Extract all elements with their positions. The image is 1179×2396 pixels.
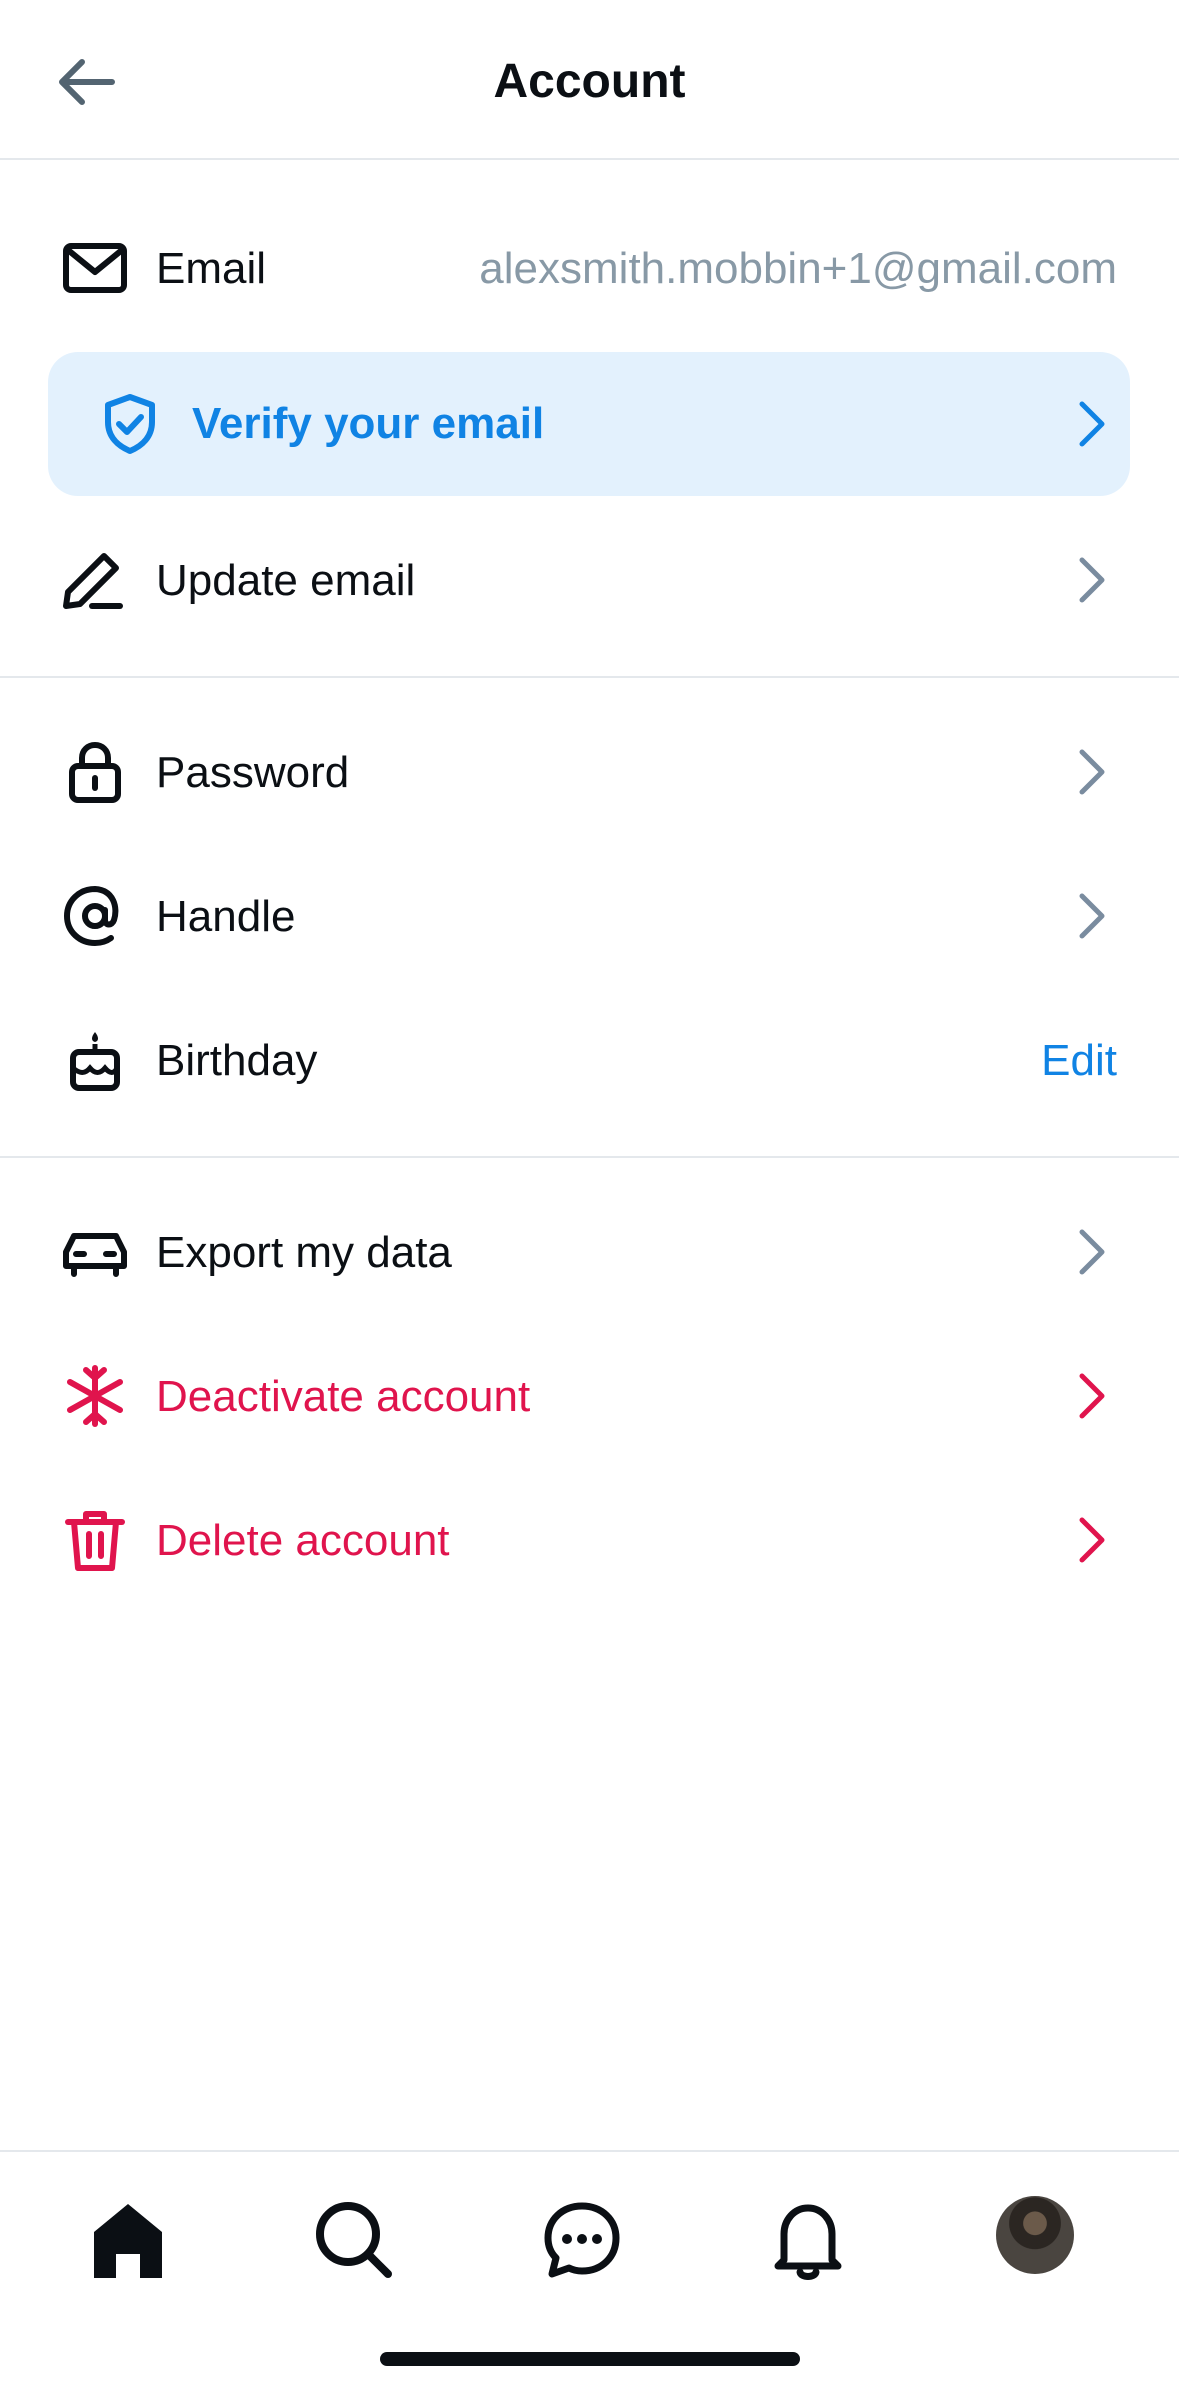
tab-search[interactable] [306,2192,402,2288]
chevron-right-icon [1070,746,1110,798]
page-title: Account [493,55,686,108]
tab-home[interactable] [80,2192,176,2288]
divider [0,676,1179,678]
home-indicator [380,2352,800,2366]
chevron-right-icon [1070,1226,1110,1278]
verify-email-banner[interactable]: Verify your email [48,352,1130,496]
pencil-icon [60,548,130,612]
chevron-right-icon [1070,396,1110,452]
email-value: alexsmith.mobbin+1@gmail.com [479,244,1117,293]
home-icon [94,2204,162,2278]
profile-avatar[interactable] [996,2196,1074,2274]
tab-messages[interactable] [534,2192,630,2288]
password-label: Password [156,748,350,797]
chevron-right-icon [1070,554,1110,606]
trash-icon [60,1508,130,1572]
chevron-right-icon [1070,1514,1110,1566]
handle-label: Handle [156,892,296,941]
notifications-icon [774,2204,842,2280]
birthday-edit-link[interactable]: Edit [1041,1036,1117,1086]
at-sign-icon [60,884,130,948]
password-row[interactable]: Password [0,700,1179,844]
tab-notifications[interactable] [760,2192,856,2288]
deactivate-account-row[interactable]: Deactivate account [0,1324,1179,1468]
deactivate-account-label: Deactivate account [156,1372,531,1421]
snowflake-icon [60,1364,130,1428]
mail-icon [60,236,130,300]
chevron-right-icon [1070,890,1110,942]
search-icon [316,2202,392,2278]
email-label: Email [156,244,267,293]
delete-account-label: Delete account [156,1516,450,1565]
header: Account [0,0,1179,160]
shield-check-icon [98,392,162,456]
delete-account-row[interactable]: Delete account [0,1468,1179,1612]
handle-row[interactable]: Handle [0,844,1179,988]
messages-icon [544,2202,620,2278]
update-email-row[interactable]: Update email [0,508,1179,652]
car-icon [60,1220,130,1284]
divider [0,1156,1179,1158]
verify-email-label: Verify your email [192,399,545,448]
cake-icon [60,1028,130,1092]
export-data-label: Export my data [156,1228,452,1277]
export-data-row[interactable]: Export my data [0,1180,1179,1324]
email-row: Email alexsmith.mobbin+1@gmail.com [0,196,1179,340]
lock-icon [60,740,130,804]
birthday-row: Birthday Edit [0,988,1179,1132]
update-email-label: Update email [156,556,416,605]
chevron-right-icon [1070,1370,1110,1422]
birthday-label: Birthday [156,1036,318,1085]
